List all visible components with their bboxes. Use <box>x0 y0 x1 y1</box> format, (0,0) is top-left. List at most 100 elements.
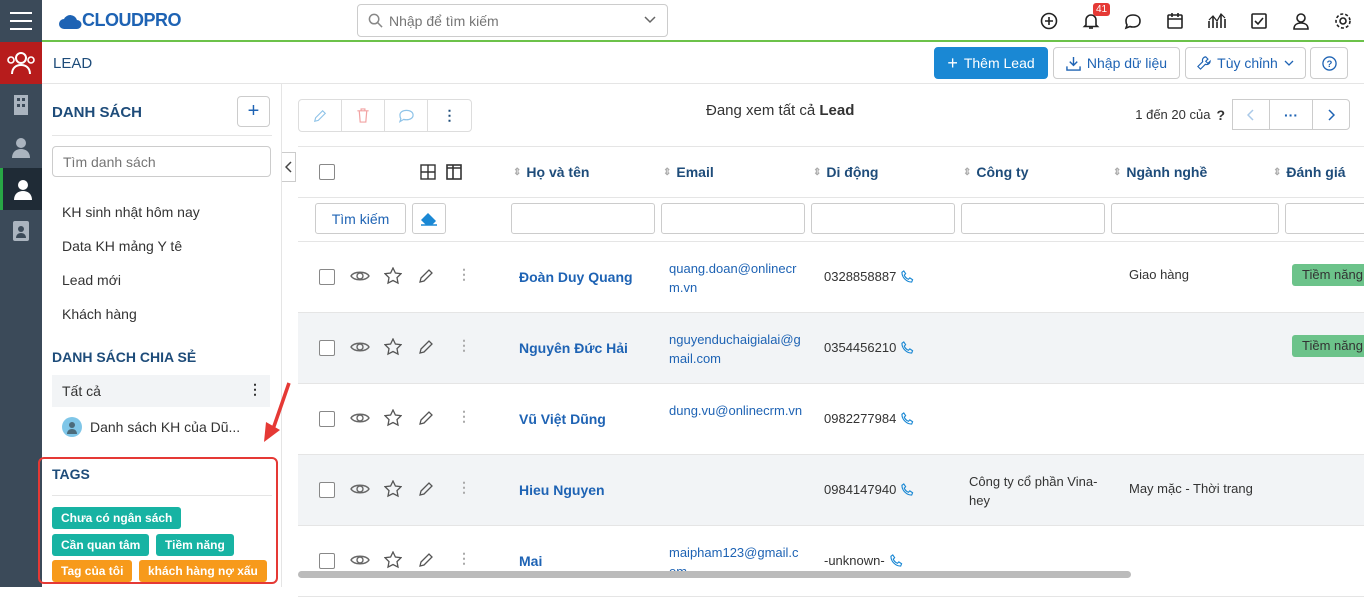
table-row[interactable]: ⋮Maimaipham123@gmail.com-unknown- <box>298 526 1364 597</box>
column-header-mobile[interactable]: ⇕ Di động <box>813 164 879 180</box>
comment-icon[interactable] <box>385 100 428 131</box>
trash-icon[interactable] <box>342 100 385 131</box>
filter-email-input[interactable] <box>661 203 805 234</box>
more-vertical-icon[interactable]: ⋮ <box>248 381 262 398</box>
phone-icon[interactable] <box>901 341 914 354</box>
calendar-icon[interactable] <box>1154 0 1196 42</box>
list-item[interactable]: KH sinh nhật hôm nay <box>62 204 200 220</box>
filter-name-input[interactable] <box>511 203 655 234</box>
chevron-down-icon[interactable] <box>643 13 657 27</box>
star-icon[interactable] <box>384 267 402 285</box>
lead-name-link[interactable]: Đoàn Duy Quang <box>519 269 633 285</box>
filter-company-input[interactable] <box>961 203 1105 234</box>
list-search-input[interactable] <box>52 146 271 177</box>
search-input[interactable] <box>389 12 629 29</box>
prev-page-button[interactable] <box>1232 99 1270 130</box>
more-pages-button[interactable]: ··· <box>1269 99 1313 130</box>
column-header-name[interactable]: ⇕ Họ và tên <box>513 164 589 180</box>
table-row[interactable]: ⋮ Nguyên Đức Hải nguyenduchaigialai@gmail.… <box>298 313 1364 384</box>
row-checkbox[interactable] <box>319 482 335 498</box>
more-vertical-icon[interactable]: ⋮ <box>457 266 471 283</box>
help-button[interactable]: ? <box>1310 47 1348 79</box>
table-row[interactable]: ⋮ Hieu Nguyen 0984147940 Công ty cổ phần Vi… <box>298 455 1364 526</box>
list-item[interactable]: Data KH mảng Y tê <box>62 238 182 254</box>
search-filter-button[interactable]: Tìm kiếm <box>315 203 406 234</box>
tag-chip[interactable]: khách hàng nợ xấu <box>139 560 267 582</box>
column-header-industry[interactable]: ⇕ Ngành nghề <box>1113 164 1207 180</box>
cloudpro-logo[interactable]: CLOUDPRO <box>58 10 182 31</box>
filter-rating-input[interactable] <box>1285 203 1364 234</box>
lead-name-link[interactable]: Hieu Nguyen <box>519 482 605 498</box>
lead-user-icon[interactable] <box>0 168 42 210</box>
task-check-icon[interactable] <box>1238 0 1280 42</box>
next-page-button[interactable] <box>1312 99 1350 130</box>
horizontal-scrollbar[interactable] <box>298 571 1131 578</box>
edit-pencil-icon[interactable] <box>418 410 434 426</box>
tag-chip[interactable]: Tag của tôi <box>52 560 133 582</box>
more-vertical-icon[interactable]: ⋮ <box>428 100 471 131</box>
column-header-rating[interactable]: ⇕ Đánh giá <box>1273 164 1346 180</box>
star-icon[interactable] <box>384 551 402 569</box>
add-list-button[interactable]: + <box>237 96 270 127</box>
row-checkbox[interactable] <box>319 411 335 427</box>
clear-filter-eraser-icon[interactable] <box>412 203 446 234</box>
edit-pencil-icon[interactable] <box>418 339 434 355</box>
column-header-email[interactable]: ⇕ Email <box>663 164 714 180</box>
import-data-button[interactable]: Nhập dữ liệu <box>1053 47 1180 79</box>
phone-icon[interactable] <box>901 483 914 496</box>
lead-name-link[interactable]: Vũ Việt Dũng <box>519 411 606 427</box>
eye-icon[interactable] <box>350 553 370 567</box>
profile-card-icon[interactable] <box>0 210 42 252</box>
contact-icon[interactable] <box>0 126 42 168</box>
lead-name-link[interactable]: Nguyên Đức Hải <box>519 340 628 356</box>
tag-chip[interactable]: Tiềm năng <box>156 534 234 556</box>
add-circle-icon[interactable] <box>1028 0 1070 42</box>
table-row[interactable]: ⋮ Vũ Việt Dũng dung.vu@onlinecrm.vn 0982277… <box>298 384 1364 455</box>
chat-icon[interactable] <box>1112 0 1154 42</box>
edit-pencil-icon[interactable] <box>418 481 434 497</box>
phone-icon[interactable] <box>901 412 914 425</box>
eye-icon[interactable] <box>350 340 370 354</box>
list-item[interactable]: Khách hàng <box>62 306 137 322</box>
phone-icon[interactable] <box>890 554 903 567</box>
filter-industry-input[interactable] <box>1111 203 1279 234</box>
menu-icon[interactable] <box>0 0 42 42</box>
tag-chip[interactable]: Cần quan tâm <box>52 534 150 556</box>
eye-icon[interactable] <box>350 269 370 283</box>
chart-icon[interactable] <box>1196 0 1238 42</box>
eye-icon[interactable] <box>350 411 370 425</box>
tag-chip[interactable]: Chưa có ngân sách <box>52 507 182 529</box>
column-header-company[interactable]: ⇕ Công ty <box>963 164 1029 180</box>
filter-mobile-input[interactable] <box>811 203 955 234</box>
global-search[interactable] <box>357 4 668 37</box>
lead-email-link[interactable]: dung.vu@onlinecrm.vn <box>669 401 804 420</box>
list-item[interactable]: Lead mới <box>62 272 121 288</box>
bell-icon[interactable]: 41 <box>1070 0 1112 42</box>
lead-email-link[interactable]: quang.doan@onlinecrm.vn <box>669 259 804 297</box>
add-lead-button[interactable]: + Thêm Lead <box>934 47 1048 79</box>
more-vertical-icon[interactable]: ⋮ <box>457 479 471 496</box>
more-vertical-icon[interactable]: ⋮ <box>457 337 471 354</box>
row-checkbox[interactable] <box>319 553 335 569</box>
building-icon[interactable] <box>0 84 42 126</box>
settings-gear-icon[interactable] <box>1322 0 1364 42</box>
customize-button[interactable]: Tùy chỉnh <box>1185 47 1306 79</box>
edit-pencil-icon[interactable] <box>418 552 434 568</box>
column-layout-icon[interactable] <box>446 164 462 180</box>
eye-icon[interactable] <box>350 482 370 496</box>
lead-email-link[interactable]: nguyenduchaigialai@gmail.com <box>669 330 804 368</box>
star-icon[interactable] <box>384 409 402 427</box>
star-icon[interactable] <box>384 480 402 498</box>
row-checkbox[interactable] <box>319 340 335 356</box>
more-vertical-icon[interactable]: ⋮ <box>457 408 471 425</box>
select-all-checkbox[interactable] <box>319 164 335 180</box>
leads-module-icon[interactable] <box>0 42 42 84</box>
lead-name-link[interactable]: Mai <box>519 553 542 569</box>
shared-list-all[interactable]: Tất cả ⋮ <box>52 375 270 407</box>
row-checkbox[interactable] <box>319 269 335 285</box>
edit-pencil-icon[interactable] <box>418 268 434 284</box>
grid-view-icon[interactable] <box>420 164 436 180</box>
table-row[interactable]: ⋮ Đoàn Duy Quang quang.doan@onlinecrm.vn 03… <box>298 242 1364 313</box>
more-vertical-icon[interactable]: ⋮ <box>457 550 471 567</box>
phone-icon[interactable] <box>901 270 914 283</box>
